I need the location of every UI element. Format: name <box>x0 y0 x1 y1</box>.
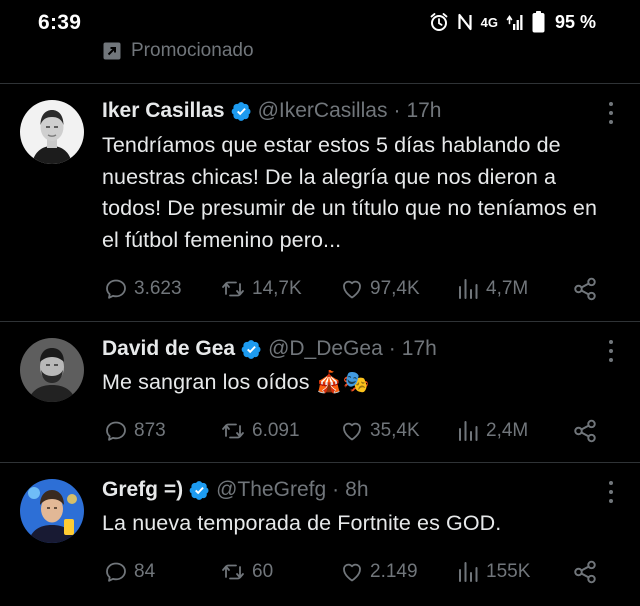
tweet[interactable]: Grefg =) @TheGrefg · 8h La nueva tempora… <box>0 463 640 606</box>
separator-dot: · <box>393 99 401 122</box>
tweet-text: Tendríamos que estar estos 5 días hablan… <box>102 133 598 252</box>
nfc-icon <box>458 13 472 31</box>
reply-button[interactable]: 873 <box>104 416 166 446</box>
tweet-time: 8h <box>345 478 369 501</box>
share-button[interactable] <box>572 557 598 587</box>
verified-icon <box>189 480 210 501</box>
retweet-icon <box>220 419 246 443</box>
status-bar: 6:39 4G 95 % <box>0 0 640 44</box>
promoted-icon <box>103 42 121 60</box>
battery-percent: 95 % <box>554 11 596 32</box>
author-name[interactable]: David de Gea <box>102 337 235 361</box>
status-icons: 4G 95 % <box>429 11 596 33</box>
retweet-button[interactable]: 60 <box>220 557 273 587</box>
views-button[interactable]: 155K <box>456 557 530 587</box>
reply-count: 3.623 <box>134 278 182 299</box>
like-button[interactable]: 35,4K <box>340 416 420 446</box>
share-icon <box>572 276 598 302</box>
avatar[interactable] <box>20 100 84 164</box>
separator-dot: · <box>332 478 340 501</box>
author-handle[interactable]: @TheGrefg <box>216 478 326 502</box>
reply-count: 84 <box>134 561 156 582</box>
like-count: 2.149 <box>370 561 418 582</box>
tweet-header: Grefg =) @TheGrefg · 8h <box>102 475 580 505</box>
action-bar: 3.623 14,7K 97,4K 4,7M <box>104 274 604 304</box>
reply-icon <box>104 277 128 301</box>
views-icon <box>456 560 480 584</box>
retweet-count: 6.091 <box>252 420 300 441</box>
retweet-button[interactable]: 6.091 <box>220 416 300 446</box>
retweet-icon <box>220 560 246 584</box>
tweet[interactable]: Iker Casillas @IkerCasillas · 17h Tendrí… <box>0 84 640 321</box>
more-icon[interactable] <box>608 481 614 503</box>
avatar[interactable] <box>20 338 84 402</box>
status-time: 6:39 <box>38 11 82 34</box>
tweet-text: La nueva temporada de Fortnite es GOD. <box>102 511 502 535</box>
promoted-row[interactable]: Promocionado <box>102 40 254 62</box>
views-count: 155K <box>486 561 531 582</box>
like-count: 35,4K <box>370 420 420 441</box>
author-name[interactable]: Grefg =) <box>102 478 183 502</box>
views-count: 2,4M <box>486 420 529 441</box>
action-bar: 873 6.091 35,4K 2,4M <box>104 416 604 446</box>
tweet-time: 17h <box>401 337 437 360</box>
share-icon <box>572 418 598 444</box>
action-bar: 84 60 2.149 155K <box>104 557 604 587</box>
reply-count: 873 <box>134 420 166 441</box>
like-button[interactable]: 97,4K <box>340 274 420 304</box>
share-icon <box>572 559 598 585</box>
like-icon <box>340 560 364 584</box>
promoted-label: Promocionado <box>131 40 254 61</box>
verified-icon <box>241 339 262 360</box>
views-button[interactable]: 4,7M <box>456 274 528 304</box>
views-button[interactable]: 2,4M <box>456 416 528 446</box>
views-icon <box>456 277 480 301</box>
like-icon <box>340 419 364 443</box>
tweet[interactable]: David de Gea @D_DeGea · 17h Me sangran l… <box>0 322 640 462</box>
separator-dot: · <box>388 337 396 360</box>
like-count: 97,4K <box>370 278 420 299</box>
tweet-text: Me sangran los oídos 🎪🎭 <box>102 370 370 394</box>
author-name[interactable]: Iker Casillas <box>102 99 225 123</box>
reply-icon <box>104 419 128 443</box>
reply-button[interactable]: 84 <box>104 557 155 587</box>
reply-icon <box>104 560 128 584</box>
signal-icon <box>506 15 523 30</box>
battery-icon <box>532 11 545 33</box>
avatar[interactable] <box>20 479 84 543</box>
author-handle[interactable]: @IkerCasillas <box>258 99 388 123</box>
retweet-icon <box>220 277 246 301</box>
tweet-time: 17h <box>406 99 442 122</box>
like-icon <box>340 277 364 301</box>
retweet-count: 60 <box>252 561 274 582</box>
views-icon <box>456 419 480 443</box>
share-button[interactable] <box>572 416 598 446</box>
like-button[interactable]: 2.149 <box>340 557 418 587</box>
more-icon[interactable] <box>608 340 614 362</box>
tweet-header: David de Gea @D_DeGea · 17h <box>102 334 580 364</box>
tweet-header: Iker Casillas @IkerCasillas · 17h <box>102 96 580 126</box>
reply-button[interactable]: 3.623 <box>104 274 182 304</box>
views-count: 4,7M <box>486 278 529 299</box>
more-icon[interactable] <box>608 102 614 124</box>
verified-icon <box>231 101 252 122</box>
network-type: 4G <box>480 14 498 30</box>
retweet-count: 14,7K <box>252 278 302 299</box>
retweet-button[interactable]: 14,7K <box>220 274 302 304</box>
share-button[interactable] <box>572 274 598 304</box>
author-handle[interactable]: @D_DeGea <box>268 337 383 361</box>
alarm-icon <box>430 13 448 31</box>
